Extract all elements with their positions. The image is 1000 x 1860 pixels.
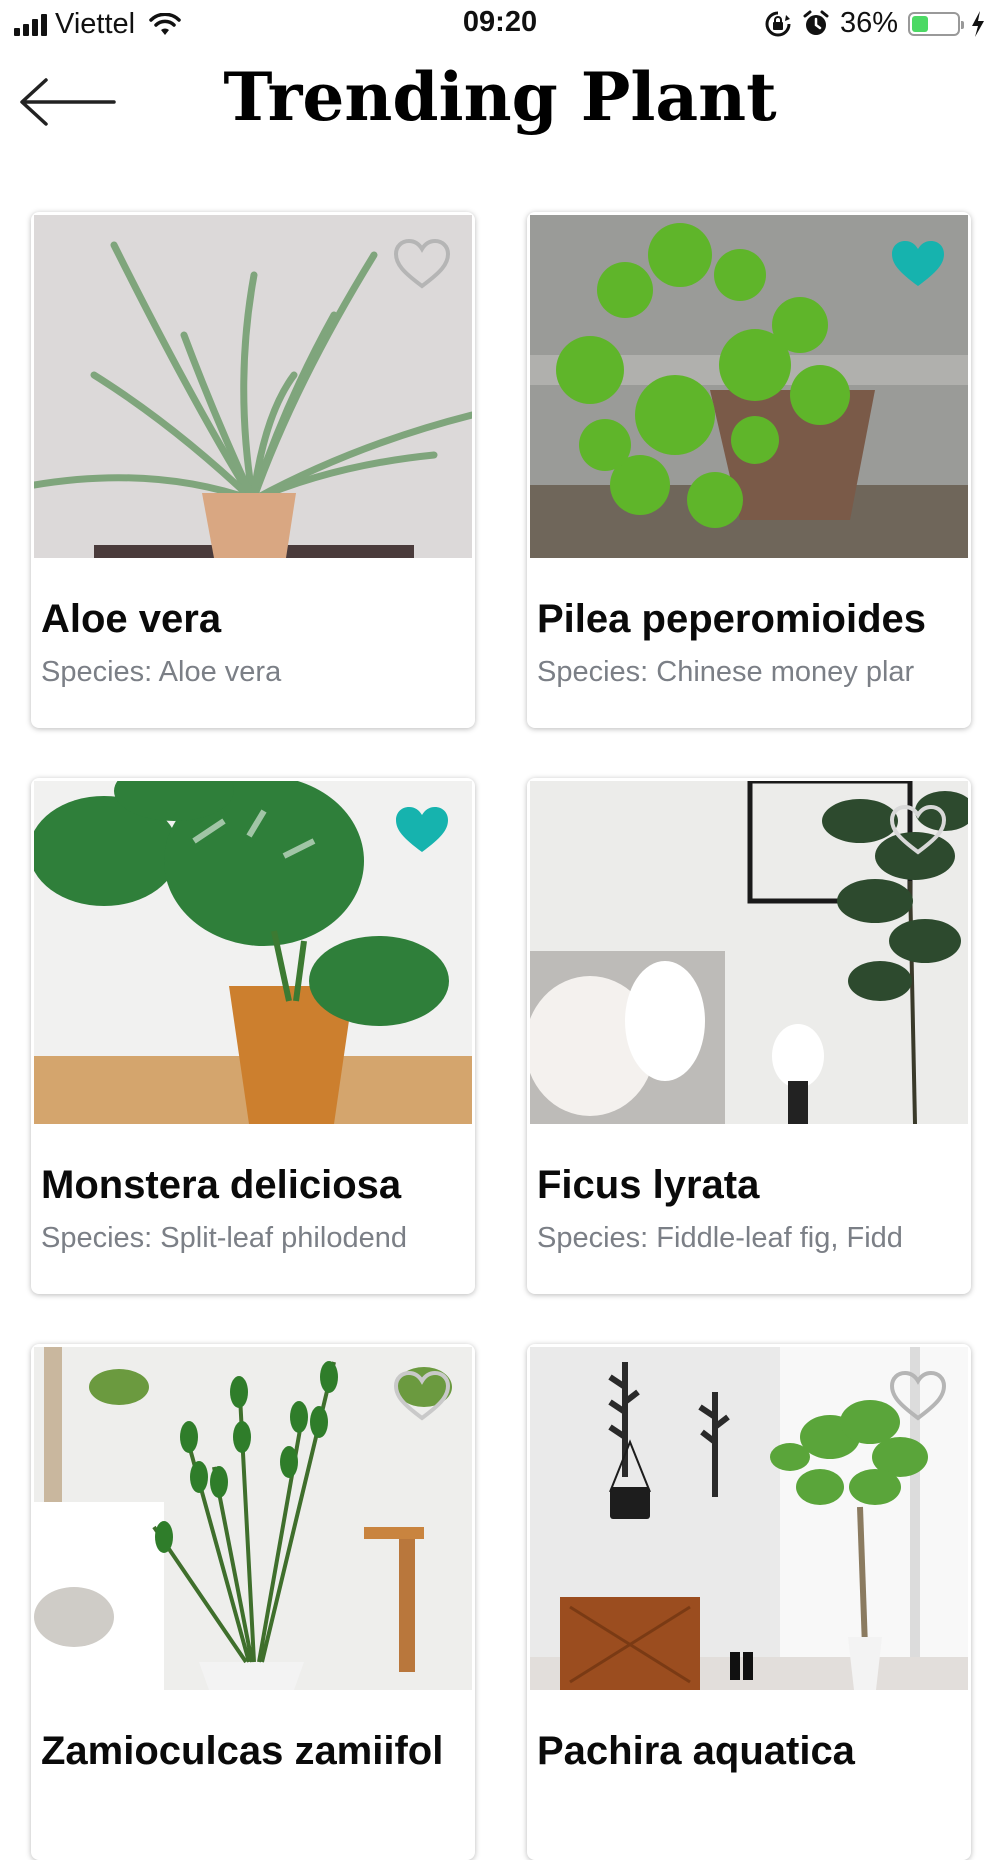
- heart-filled-icon: [396, 807, 448, 852]
- favorite-button[interactable]: [889, 1370, 947, 1422]
- plant-card[interactable]: Zamioculcas zamiifol: [31, 1344, 475, 1860]
- plant-card[interactable]: Aloe vera Species: Aloe vera: [31, 212, 475, 728]
- heart-outline-icon: [889, 1370, 947, 1421]
- favorite-button[interactable]: [393, 804, 451, 856]
- plant-name: Zamioculcas zamiifol: [41, 1729, 444, 1773]
- plant-card[interactable]: Pilea peperomioides Species: Chinese mon…: [527, 212, 971, 728]
- heart-outline-icon: [889, 804, 947, 855]
- plant-species: Species: Aloe vera: [41, 656, 282, 688]
- favorite-button[interactable]: [393, 1370, 451, 1422]
- alarm-icon: [803, 10, 829, 35]
- heart-filled-icon: [892, 241, 944, 286]
- plant-name: Aloe vera: [41, 597, 222, 641]
- battery-icon: [908, 11, 964, 36]
- plant-name: Pachira aquatica: [537, 1729, 855, 1773]
- favorite-button[interactable]: [889, 804, 947, 856]
- page-title: Trending Plant: [223, 58, 777, 136]
- charging-icon: [972, 10, 984, 37]
- status-right: 36%: [764, 7, 986, 40]
- plant-name: Pilea peperomioides: [537, 597, 927, 641]
- plant-species: Species: Chinese money plar: [537, 656, 915, 688]
- plant-name: Ficus lyrata: [537, 1163, 760, 1207]
- rotation-lock-icon: [765, 11, 791, 36]
- plant-name: Monstera deliciosa: [41, 1163, 402, 1207]
- plant-card[interactable]: Ficus lyrata Species: Fiddle-leaf fig, F…: [527, 778, 971, 1294]
- plant-card[interactable]: Monstera deliciosa Species: Split-leaf p…: [31, 778, 475, 1294]
- plant-card[interactable]: Pachira aquatica: [527, 1344, 971, 1860]
- heart-outline-icon: [393, 238, 451, 289]
- status-bar: Viettel 09:20 36%: [0, 0, 1000, 52]
- plant-species: Species: Fiddle-leaf fig, Fidd: [537, 1222, 903, 1254]
- favorite-button[interactable]: [889, 238, 947, 290]
- heart-outline-icon: [393, 1370, 451, 1421]
- favorite-button[interactable]: [393, 238, 451, 290]
- battery-fill: [912, 15, 928, 32]
- battery-percent: 36%: [839, 7, 898, 39]
- header: Trending Plant: [0, 52, 1000, 152]
- plant-species: Species: Split-leaf philodend: [41, 1222, 407, 1254]
